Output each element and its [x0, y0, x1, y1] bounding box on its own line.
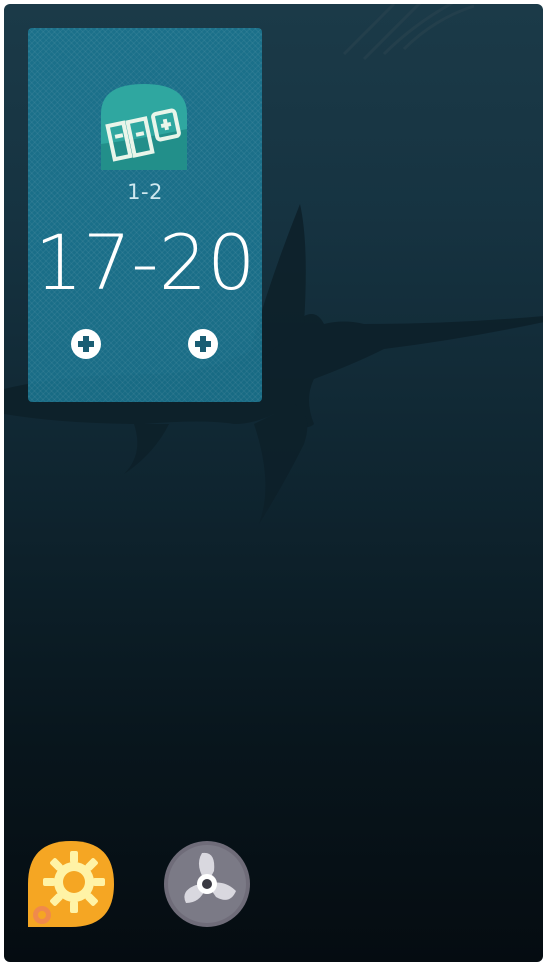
add-point-right-button[interactable] — [187, 328, 219, 360]
home-screen: 1-2 17-20 — [4, 4, 543, 962]
scoreboard-widget[interactable]: 1-2 17-20 — [28, 28, 262, 402]
scoreboard-app-icon[interactable] — [101, 84, 187, 170]
add-point-left-button[interactable] — [70, 328, 102, 360]
points-score: 17-20 — [34, 218, 256, 307]
background-seaweed — [342, 4, 475, 61]
set-score: 1-2 — [127, 180, 163, 204]
settings-app-icon[interactable] — [28, 841, 114, 927]
propeller-app-icon[interactable] — [164, 841, 250, 927]
